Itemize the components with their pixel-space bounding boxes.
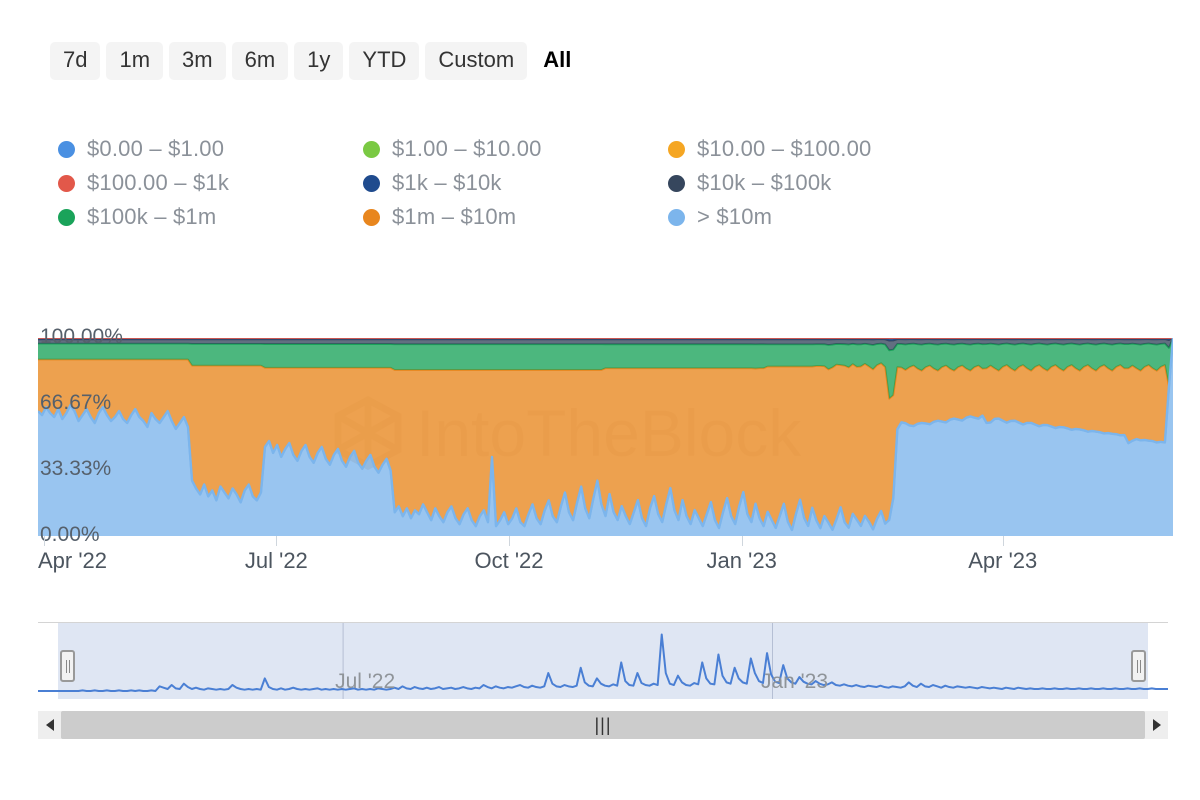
range-button-all[interactable]: All <box>533 42 581 80</box>
navigator-tick-label: Jan '23 <box>760 670 829 693</box>
legend-dot-icon <box>58 208 75 226</box>
legend-item[interactable]: $100k – $1m <box>58 200 363 234</box>
legend-dot-icon <box>363 140 380 158</box>
range-button-1m[interactable]: 1m <box>106 42 164 80</box>
main-chart: IntoTheBlock 0.00%33.33%66.67%100.00% <box>38 312 1173 546</box>
legend-label: $100.00 – $1k <box>87 170 230 195</box>
legend-dot-icon <box>58 140 75 158</box>
scrollbar-grip: ||| <box>594 715 612 735</box>
navigator[interactable]: Jul '22 Jan '23 <box>38 622 1168 700</box>
x-axis-tick <box>276 536 278 546</box>
legend-label: > $10m <box>697 204 773 229</box>
legend-label: $1m – $10m <box>392 204 517 229</box>
legend-item[interactable]: > $10m <box>668 200 988 234</box>
x-axis-tick-label: Jan '23 <box>706 548 777 573</box>
handle-grip-line <box>1136 659 1138 673</box>
range-button-7d[interactable]: 7d <box>50 42 101 80</box>
plot-area[interactable]: IntoTheBlock <box>38 338 1173 536</box>
legend-dot-icon <box>363 174 380 192</box>
range-button-custom[interactable]: Custom <box>425 42 528 80</box>
navigator-line <box>38 633 1168 693</box>
navigator-plot <box>38 623 1168 699</box>
legend-label: $0.00 – $1.00 <box>87 136 225 161</box>
legend-label: $10k – $100k <box>697 170 832 195</box>
x-axis-tick-label: Jul '22 <box>244 548 308 573</box>
arrow-left-icon <box>45 719 54 731</box>
legend-label: $10.00 – $100.00 <box>697 136 872 161</box>
navigator-scrollbar[interactable]: ||| <box>38 711 1168 739</box>
legend-label: $100k – $1m <box>87 204 217 229</box>
navigator-series-svg <box>38 623 1168 699</box>
scroll-left-button[interactable] <box>38 711 61 739</box>
navigator-right-handle[interactable] <box>1131 650 1146 682</box>
range-button-1y[interactable]: 1y <box>294 42 344 80</box>
stacked-area-svg: IntoTheBlock <box>38 338 1173 536</box>
legend-item[interactable]: $10.00 – $100.00 <box>668 132 988 166</box>
arrow-right-icon <box>1152 719 1161 731</box>
x-axis-tick <box>741 536 743 546</box>
handle-grip-line <box>1139 659 1141 673</box>
scroll-right-button[interactable] <box>1145 711 1168 739</box>
range-button-ytd[interactable]: YTD <box>349 42 420 80</box>
chart-legend: $0.00 – $1.00 $1.00 – $10.00 $10.00 – $100… <box>58 132 1018 234</box>
legend-dot-icon <box>58 174 75 192</box>
x-axis-tick-label: Oct '22 <box>474 548 544 573</box>
legend-item[interactable]: $1.00 – $10.00 <box>363 132 668 166</box>
legend-item[interactable]: $1m – $10m <box>363 200 668 234</box>
handle-grip-line <box>68 659 70 673</box>
range-button-3m[interactable]: 3m <box>169 42 226 80</box>
x-axis-tick <box>43 536 45 546</box>
legend-item[interactable]: $10k – $100k <box>668 166 988 200</box>
legend-dot-icon <box>668 174 685 192</box>
navigator-left-handle[interactable] <box>60 650 75 682</box>
legend-dot-icon <box>668 208 685 226</box>
range-button-6m[interactable]: 6m <box>231 42 289 80</box>
x-axis: Apr '22 Jul '22 Oct '22 Jan '23 Apr '23 <box>38 536 1173 582</box>
legend-dot-icon <box>363 208 380 226</box>
x-axis-tick-label: Apr '23 <box>968 548 1038 573</box>
legend-label: $1k – $10k <box>392 170 502 195</box>
legend-item[interactable]: $1k – $10k <box>363 166 668 200</box>
legend-item[interactable]: $100.00 – $1k <box>58 166 363 200</box>
legend-label: $1.00 – $10.00 <box>392 136 542 161</box>
range-selector: 7d 1m 3m 6m 1y YTD Custom All <box>50 42 581 80</box>
x-axis-tick <box>1002 536 1004 546</box>
legend-item[interactable]: $0.00 – $1.00 <box>58 132 363 166</box>
area-series <box>38 338 1173 339</box>
x-axis-tick-label: Apr '22 <box>38 548 108 573</box>
scrollbar-thumb[interactable]: ||| <box>61 711 1145 739</box>
legend-dot-icon <box>668 140 685 158</box>
x-axis-tick <box>509 536 511 546</box>
chart-page: 7d 1m 3m 6m 1y YTD Custom All $0.00 – $1.00 $1.0… <box>0 0 1200 800</box>
navigator-tick-label: Jul '22 <box>335 670 396 693</box>
handle-grip-line <box>65 659 67 673</box>
